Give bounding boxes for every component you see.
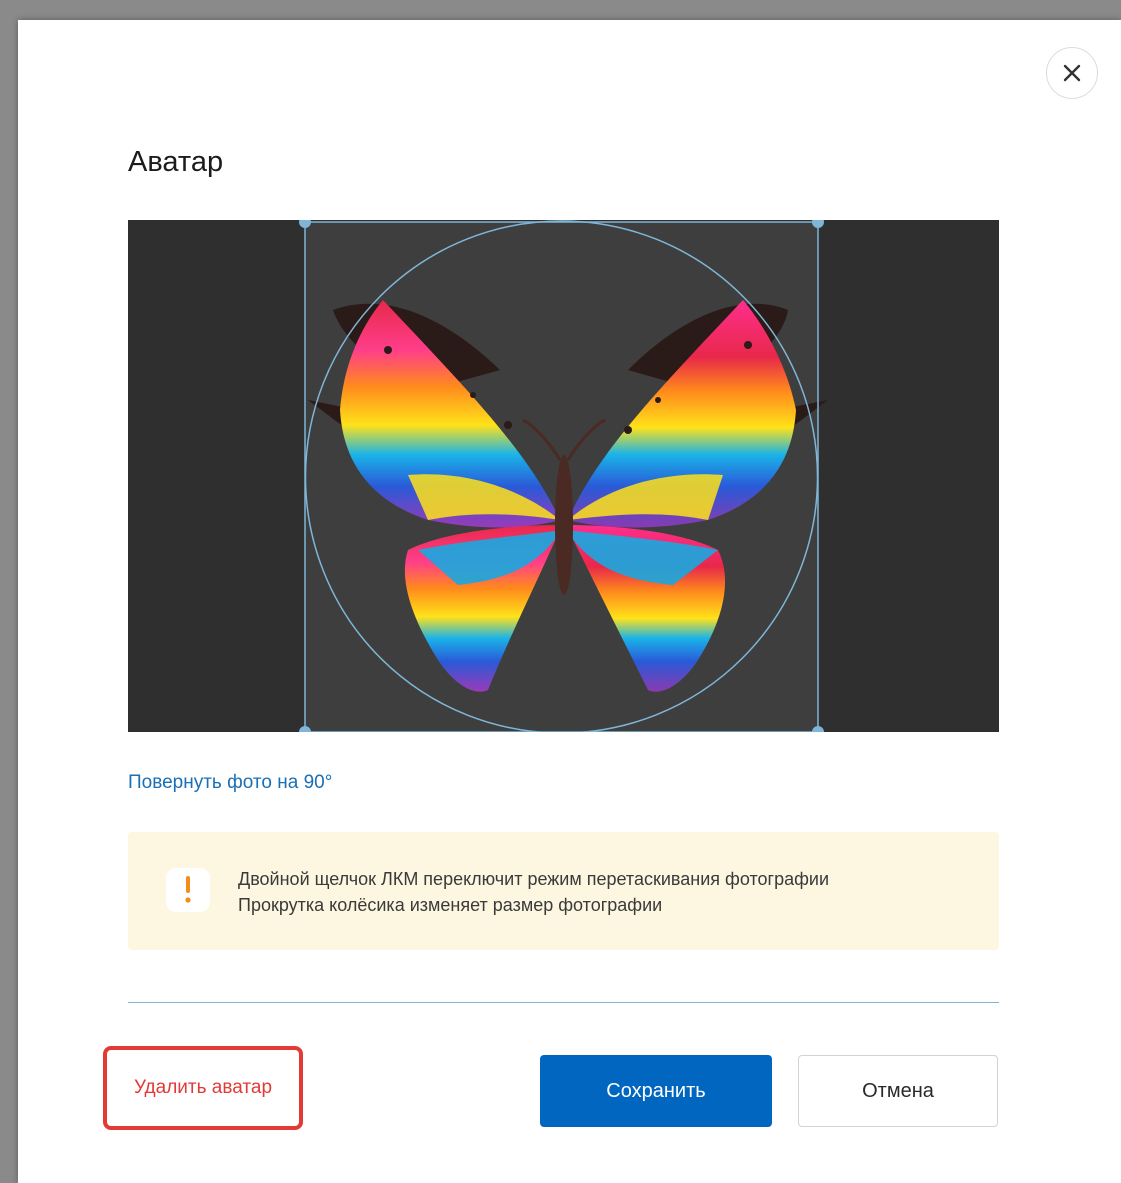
divider: [128, 1002, 999, 1003]
close-icon: [1063, 64, 1081, 82]
avatar-dialog: Аватар Повернуть фото на 90° Двойной щел…: [18, 20, 1121, 1183]
notice-line-2: Прокрутка колёсика изменяет размер фотог…: [238, 895, 663, 915]
dialog-title: Аватар: [128, 146, 224, 178]
rotate-photo-link[interactable]: Повернуть фото на 90°: [128, 772, 332, 794]
notice-text: Двойной щелчок ЛКМ переключит режим пере…: [238, 866, 829, 918]
exclamation-icon: [166, 868, 210, 912]
close-button[interactable]: [1046, 47, 1098, 99]
save-button[interactable]: Сохранить: [540, 1055, 772, 1127]
hint-notice: Двойной щелчок ЛКМ переключит режим пере…: [128, 832, 999, 950]
delete-avatar-button[interactable]: Удалить аватар: [103, 1046, 303, 1130]
avatar-cropper[interactable]: [128, 220, 999, 732]
notice-line-1: Двойной щелчок ЛКМ переключит режим пере…: [238, 869, 830, 889]
cancel-button[interactable]: Отмена: [798, 1055, 998, 1127]
cropper-canvas[interactable]: [128, 220, 999, 732]
